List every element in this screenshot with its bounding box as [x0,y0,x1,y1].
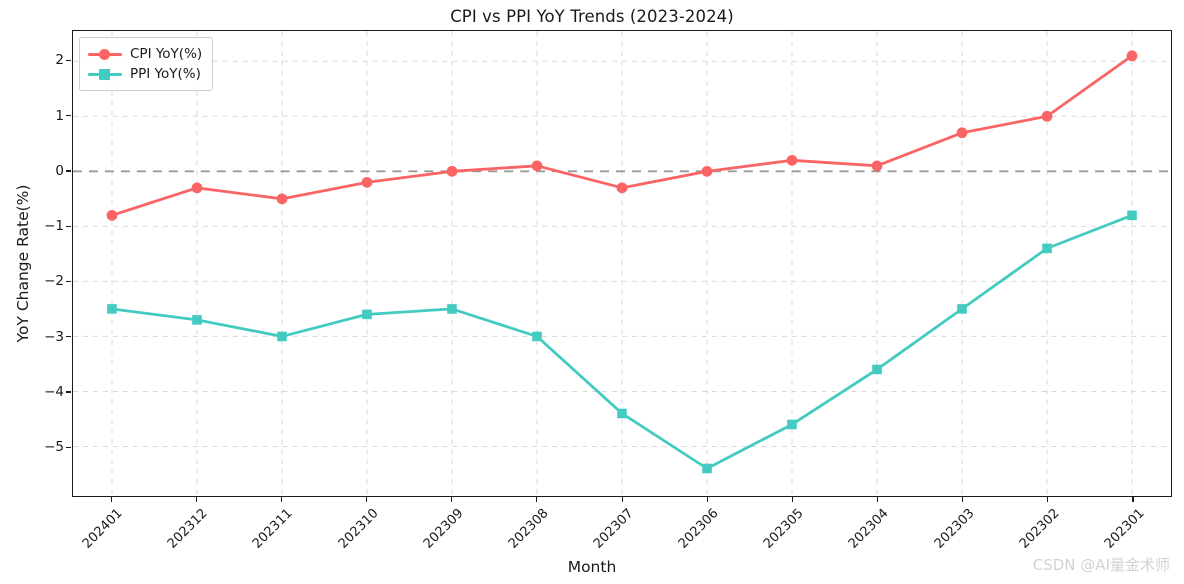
y-tick-label: −4 [44,383,64,400]
x-tick-label: 202307 [590,506,637,552]
x-tick-label: 202309 [420,506,467,552]
data-point[interactable] [107,304,117,314]
x-tick-label: 202312 [165,506,211,552]
data-point[interactable] [787,419,797,430]
data-point[interactable] [277,331,287,342]
x-axis-label: Month [567,558,617,576]
x-tick-mark [791,497,793,502]
data-point[interactable] [191,182,203,194]
data-point[interactable] [531,160,543,172]
legend-item-ppi[interactable]: PPI YoY(%) [88,64,202,84]
y-tick-mark [66,336,71,338]
data-point[interactable] [446,165,458,177]
y-tick-mark [66,391,71,393]
x-tick-mark [280,497,282,502]
data-point[interactable] [617,408,627,419]
x-tick-label: 202303 [931,506,978,552]
y-tick-label: 0 [55,162,64,179]
x-tick-mark [110,497,112,502]
x-tick-label: 202301 [1101,506,1148,552]
data-point[interactable] [786,154,798,166]
chart-legend: CPI YoY(%) PPI YoY(%) [79,37,214,91]
chart-figure: CPI vs PPI YoY Trends (2023-2024) YoY Ch… [0,0,1184,584]
x-tick-label: 202306 [676,506,722,552]
y-tick-label: −1 [44,218,64,235]
y-tick-label: −2 [44,273,64,290]
y-tick-mark [66,59,71,61]
chart-title: CPI vs PPI YoY Trends (2023-2024) [450,7,734,26]
data-point[interactable] [447,304,457,314]
x-tick-mark [876,497,879,502]
y-tick-mark [66,170,71,172]
x-tick-label: 202304 [846,506,893,552]
data-point[interactable] [957,304,967,314]
x-tick-mark [366,497,368,502]
y-tick-label: −3 [44,328,64,345]
data-point[interactable] [106,209,118,221]
y-tick-mark [66,115,71,117]
data-point[interactable] [1127,210,1137,221]
x-tick-label: 202308 [505,506,552,552]
data-point[interactable] [616,182,628,194]
y-tick-label: 1 [55,107,64,124]
legend-swatch-cpi [88,47,122,61]
x-tick-mark [621,497,623,502]
x-tick-mark [962,497,964,502]
x-tick-mark [195,497,197,502]
legend-marker-cpi [99,49,110,60]
x-tick-label: 202310 [335,506,382,552]
plot-svg [73,31,1171,496]
x-tick-label: 202305 [761,506,807,552]
x-tick-mark [451,497,453,502]
legend-item-cpi[interactable]: CPI YoY(%) [88,44,202,64]
x-tick-mark [706,497,708,502]
data-point[interactable] [1126,50,1138,62]
y-tick-mark [66,225,71,227]
data-point[interactable] [872,364,882,375]
data-point[interactable] [702,463,712,474]
legend-swatch-ppi [88,67,122,81]
data-point[interactable] [192,315,202,325]
legend-label-cpi: CPI YoY(%) [130,46,203,62]
data-point[interactable] [956,127,968,139]
y-axis-ticks: 2 1 0 −1 −2 −3 −4 −5 [0,0,71,584]
data-point[interactable] [362,309,372,320]
y-tick-mark [66,280,71,283]
x-tick-mark [1047,497,1049,502]
x-tick-mark [1132,497,1134,502]
data-point[interactable] [361,176,373,188]
data-point[interactable] [1042,243,1052,254]
x-tick-mark [536,497,538,502]
y-tick-label: 2 [55,52,64,69]
legend-marker-ppi [99,69,110,80]
x-tick-label: 202401 [79,506,126,552]
watermark: CSDN @AI量金术师 [1032,556,1170,574]
data-point[interactable] [871,160,883,172]
x-tick-label: 202311 [250,506,296,552]
data-point[interactable] [532,331,542,342]
data-point[interactable] [701,165,713,177]
y-tick-label: −5 [44,439,64,456]
plot-area [72,30,1172,497]
legend-label-ppi: PPI YoY(%) [130,66,201,82]
y-tick-mark [66,446,71,448]
x-tick-label: 202302 [1016,506,1063,552]
data-point[interactable] [276,193,288,205]
data-point[interactable] [1041,110,1053,122]
